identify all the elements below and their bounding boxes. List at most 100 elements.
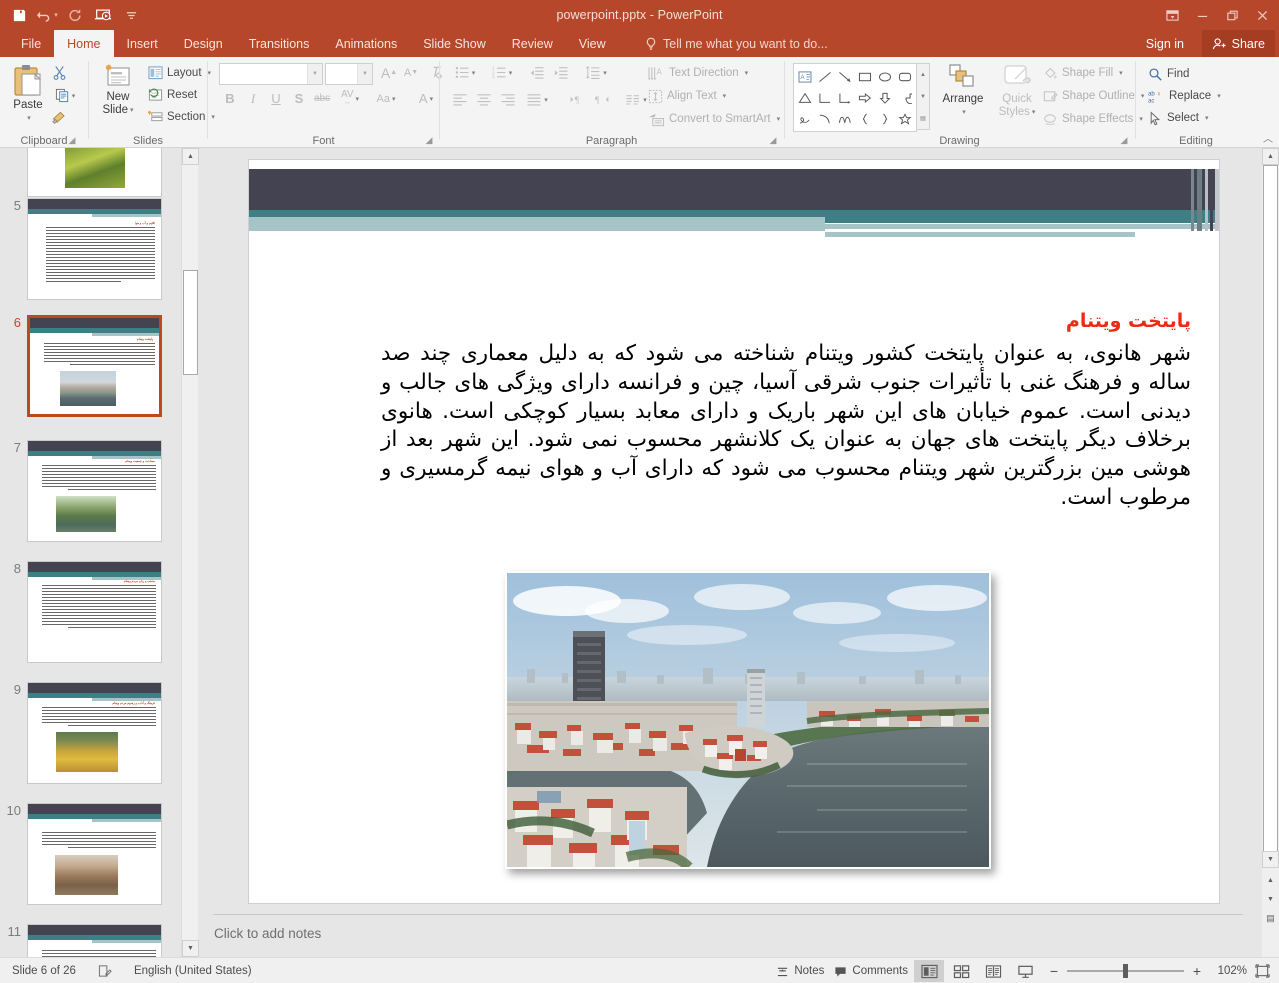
zoom-in-button[interactable]: + [1191, 963, 1203, 979]
shape-down-arrow[interactable] [875, 87, 895, 108]
slide-body-text[interactable]: شهر هانوی، به عنوان پایتخت کشور ویتنام ش… [381, 340, 1191, 513]
ltr-text-direction-button[interactable]: ¶ [566, 89, 588, 110]
character-spacing-button[interactable]: AV↔ ▾ [334, 88, 366, 109]
shape-outline-button[interactable]: Shape Outline ▾ [1040, 85, 1147, 107]
shape-elbow-arrow-connector[interactable] [835, 87, 855, 108]
font-color-caret[interactable]: ▾ [430, 95, 434, 103]
slide-photo[interactable] [505, 571, 991, 869]
thumb-scrollbar-handle[interactable] [183, 270, 198, 375]
replace-caret[interactable]: ▾ [1217, 92, 1221, 100]
shapes-scroll-up-icon[interactable]: ▲ [917, 64, 929, 86]
thumbnail-slide-4[interactable] [27, 148, 162, 197]
next-slide-icon[interactable]: ▼ [1262, 891, 1279, 908]
justify-caret[interactable]: ▾ [544, 96, 548, 104]
justify-button[interactable]: ▾ [521, 89, 553, 110]
new-slide-dropdown-caret[interactable]: ▾ [130, 104, 134, 117]
sign-in-button[interactable]: Sign in [1146, 30, 1184, 57]
convert-to-smartart-button[interactable]: Convert to SmartArt ▾ [645, 108, 783, 130]
cut-button[interactable] [48, 62, 70, 83]
tab-insert[interactable]: Insert [114, 30, 171, 57]
shape-elbow-connector[interactable] [815, 87, 835, 108]
shape-star[interactable] [895, 108, 915, 129]
clipboard-dialog-launcher[interactable]: ◢ [66, 134, 78, 146]
normal-view-button[interactable] [914, 960, 944, 982]
slide-title[interactable]: پایتخت ویتنام [1066, 310, 1191, 332]
spell-check-button[interactable] [94, 962, 116, 980]
thumbnail-slide-7[interactable]: مساحت و جمعیت ویتنام [27, 440, 162, 542]
align-right-button[interactable] [497, 89, 519, 110]
shape-left-brace[interactable] [855, 108, 875, 129]
character-spacing-caret[interactable]: ▾ [356, 95, 360, 103]
back-to-previous-view-icon[interactable]: ▤ [1262, 910, 1279, 927]
shape-text-box[interactable]: A [795, 66, 815, 87]
thumbnail-slide-6[interactable]: پایتخت ویتنام [27, 315, 162, 417]
paste-dropdown-caret[interactable]: ▾ [27, 112, 31, 125]
rtl-text-direction-button[interactable]: ¶ [590, 89, 612, 110]
shapes-gallery-nav[interactable]: ▲ ▼ ▤ [916, 63, 930, 130]
font-name-caret[interactable]: ▼ [307, 64, 322, 84]
arrange-caret[interactable]: ▾ [962, 106, 966, 119]
italic-button[interactable]: I [242, 88, 264, 109]
shape-triangle[interactable] [795, 87, 815, 108]
slide-vertical-scrollbar[interactable]: ▲ ▼ ▲ ▼ ▤ [1262, 148, 1279, 957]
thumbnail-slide-11[interactable] [27, 924, 162, 957]
slide-scroll-down-icon[interactable]: ▼ [1262, 851, 1279, 868]
share-button[interactable]: Share [1202, 30, 1275, 57]
align-left-button[interactable] [449, 89, 471, 110]
select-button[interactable]: Select ▾ [1145, 107, 1211, 129]
tab-design[interactable]: Design [171, 30, 236, 57]
language-indicator[interactable]: English (United States) [130, 963, 256, 979]
shape-arrow[interactable] [835, 66, 855, 87]
thumbnail-slide-5[interactable]: اقلیم و آب و هوا [27, 198, 162, 300]
shape-fill-caret[interactable]: ▾ [1119, 69, 1123, 77]
shape-effects-button[interactable]: Shape Effects ▾ [1040, 108, 1146, 130]
text-direction-button[interactable]: A Text Direction ▾ [645, 62, 751, 84]
shape-rectangle[interactable] [855, 66, 875, 87]
underline-button[interactable]: U [265, 88, 287, 109]
format-painter-button[interactable] [48, 107, 70, 128]
font-color-button[interactable]: A▾ [411, 88, 441, 109]
tab-file[interactable]: File [8, 30, 54, 57]
slide-scrollbar-handle[interactable] [1263, 165, 1278, 865]
align-text-button[interactable]: Align Text ▾ [645, 85, 729, 107]
bullets-button[interactable]: ▾ [449, 62, 481, 83]
tab-view[interactable]: View [566, 30, 619, 57]
tab-review[interactable]: Review [499, 30, 566, 57]
font-size-box[interactable]: ▼ [325, 63, 373, 85]
notes-placeholder[interactable]: Click to add notes [214, 926, 321, 941]
align-center-button[interactable] [473, 89, 495, 110]
increase-indent-button[interactable] [550, 62, 572, 83]
slide-show-view-button[interactable] [1010, 960, 1040, 982]
zoom-out-button[interactable]: − [1048, 963, 1060, 979]
find-button[interactable]: Find [1145, 63, 1192, 85]
minimize-icon[interactable] [1187, 2, 1217, 28]
quick-styles-caret[interactable]: ▾ [1032, 106, 1036, 119]
shape-curve[interactable] [835, 108, 855, 129]
paragraph-dialog-launcher[interactable]: ◢ [767, 134, 779, 146]
text-shadow-button[interactable]: S [288, 88, 310, 109]
shape-right-arrow[interactable] [855, 87, 875, 108]
shape-oval[interactable] [875, 66, 895, 87]
font-size-caret[interactable]: ▼ [357, 64, 372, 84]
bullets-caret[interactable]: ▾ [472, 69, 476, 77]
shapes-gallery[interactable]: A [793, 63, 917, 132]
bold-button[interactable]: B [219, 88, 241, 109]
strikethrough-button[interactable]: abc [311, 88, 333, 109]
zoom-slider-handle[interactable] [1123, 964, 1128, 978]
zoom-level-label[interactable]: 102% [1211, 965, 1247, 977]
line-spacing-caret[interactable]: ▾ [603, 69, 607, 77]
restore-icon[interactable] [1217, 2, 1247, 28]
reading-view-button[interactable] [978, 960, 1008, 982]
slide-indicator[interactable]: Slide 6 of 26 [8, 963, 80, 979]
ribbon-display-options-icon[interactable] [1157, 2, 1187, 28]
replace-button[interactable]: abac Replace ▾ [1145, 85, 1224, 107]
increase-font-size-button[interactable]: A▲ [378, 62, 400, 83]
tab-slide-show[interactable]: Slide Show [410, 30, 499, 57]
tab-animations[interactable]: Animations [322, 30, 410, 57]
paste-button[interactable]: Paste ▾ [6, 61, 50, 125]
shapes-scroll-down-icon[interactable]: ▼ [917, 86, 929, 108]
change-case-caret[interactable]: ▾ [392, 95, 396, 103]
new-slide-button[interactable]: New Slide ▾ [95, 63, 141, 117]
comments-button[interactable]: Comments [830, 963, 912, 980]
shape-arc[interactable] [815, 108, 835, 129]
